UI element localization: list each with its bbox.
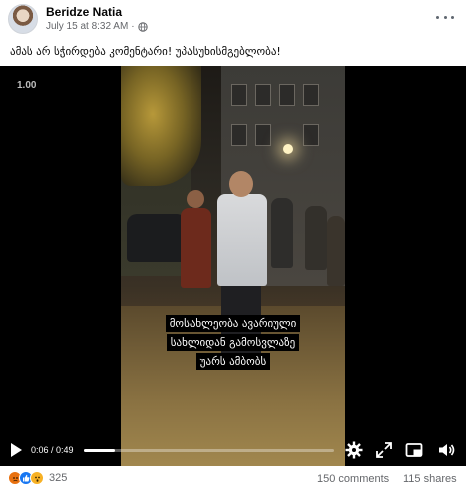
scene-window <box>303 84 319 106</box>
subtitle-line: სახლიდან გამოსვლაზე <box>166 334 300 351</box>
volume-icon[interactable] <box>436 440 456 460</box>
scene-person-head <box>187 190 204 208</box>
subtitle-line: მოსახლეობა ავარიული <box>165 315 301 332</box>
fullscreen-icon[interactable] <box>374 440 394 460</box>
video-controls: 0:06 / 0:49 <box>0 434 466 466</box>
picture-in-picture-icon[interactable] <box>404 440 424 460</box>
settings-icon[interactable] <box>344 440 364 460</box>
more-dot-icon <box>451 15 454 19</box>
scene-person <box>181 208 211 288</box>
quality-label: 1.00 <box>17 80 37 91</box>
subtitle-line: უარს ამბობს <box>195 353 271 370</box>
scene-person <box>271 198 293 268</box>
scene-person <box>327 216 345 286</box>
video-subtitle: მოსახლეობა ავარიული სახლიდან გამოსვლაზე … <box>121 314 345 371</box>
scene-person-main <box>217 194 267 286</box>
reactions-summary[interactable]: 325 <box>8 471 67 485</box>
meta-separator: · <box>131 21 135 32</box>
globe-icon <box>137 21 148 32</box>
more-dot-icon <box>443 15 447 19</box>
time-display: 0:06 / 0:49 <box>31 445 74 455</box>
scene-window <box>303 124 319 146</box>
scene-person-head <box>229 171 253 197</box>
scene-car <box>127 214 187 262</box>
video-player[interactable]: 1.00 მოსახლეობა ავარიული სახლიდან გამოსვ… <box>0 66 466 466</box>
post-meta: July 15 at 8:32 AM · <box>46 21 148 32</box>
comments-count[interactable]: 150 comments <box>317 473 389 485</box>
author-name[interactable]: Beridze Natia <box>46 5 122 19</box>
scene-window <box>231 84 247 106</box>
wow-icon <box>30 471 44 485</box>
post-timestamp[interactable]: July 15 at 8:32 AM <box>46 21 128 32</box>
shares-count[interactable]: 115 shares <box>403 473 457 485</box>
play-icon[interactable] <box>9 442 23 458</box>
post-caption: ამას არ სჭირდება კომენტარი! უპასუხისმგებ… <box>10 45 281 58</box>
video-frame[interactable]: მოსახლეობა ავარიული სახლიდან გამოსვლაზე … <box>121 66 345 466</box>
scene-person <box>305 206 327 270</box>
reaction-count: 325 <box>49 472 68 484</box>
progress-bar[interactable] <box>84 449 334 452</box>
more-options-button[interactable] <box>436 10 454 24</box>
avatar[interactable] <box>8 4 38 34</box>
scene-street-lamp <box>283 144 293 154</box>
more-dot-icon <box>436 15 439 19</box>
post-footer: 325 150 comments 115 shares <box>0 466 466 488</box>
scene-window <box>255 84 271 106</box>
post-header: Beridze Natia July 15 at 8:32 AM · <box>0 0 466 42</box>
scene-window <box>279 84 295 106</box>
scene-window <box>255 124 271 146</box>
scene-tree <box>121 66 201 186</box>
progress-fill <box>84 449 115 452</box>
scene-window <box>231 124 247 146</box>
